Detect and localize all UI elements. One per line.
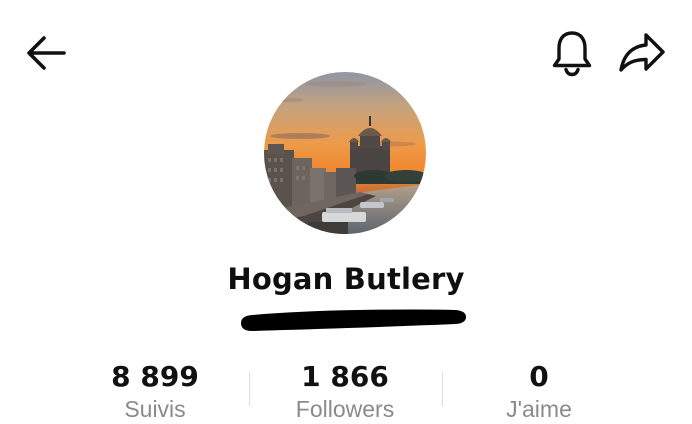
profile-screen: Hogan Butlery 8 899 Suivis 1 866 Followe… [0,0,692,424]
username-redaction-mark [241,309,466,331]
back-button[interactable] [20,30,72,76]
share-arrow-icon [619,33,665,72]
profile-avatar[interactable] [264,72,426,234]
share-button[interactable] [612,26,672,80]
avatar-photo-cathedral-sunset [264,72,426,234]
followers-count: 1 866 [301,360,389,393]
likes-count: 0 [529,360,549,393]
followers-label: Followers [295,396,395,422]
following-label: Suivis [124,396,186,422]
profile-name-container: Hogan Butlery [0,262,692,296]
profile-stats: 8 899 Suivis 1 866 Followers 0 J'aime [60,360,632,424]
display-name: Hogan Butlery [227,262,465,296]
arrow-left-icon [27,36,66,70]
stat-divider [442,372,443,406]
stat-followers[interactable]: 1 866 Followers [250,360,440,424]
stat-likes[interactable]: 0 J'aime [444,360,634,424]
notification-button[interactable] [546,26,598,80]
likes-label: J'aime [506,396,572,422]
bell-icon [552,31,592,77]
following-count: 8 899 [111,360,199,393]
stat-following[interactable]: 8 899 Suivis [60,360,250,424]
